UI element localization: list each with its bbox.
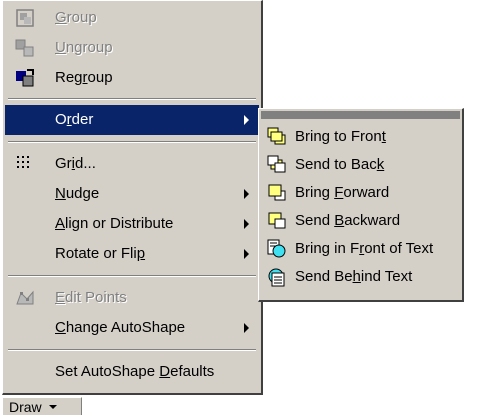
submenu-item-label: Send Backward bbox=[295, 212, 401, 229]
submenu-arrow-icon bbox=[244, 189, 249, 199]
send-backward-icon bbox=[267, 211, 287, 231]
menu-item-group: Group bbox=[5, 3, 259, 33]
menu-item-label: Group bbox=[55, 9, 97, 26]
menu-item-grid[interactable]: Grid... bbox=[5, 149, 259, 179]
menu-item-ungroup: Ungroup bbox=[5, 33, 259, 63]
bring-in-front-of-text-icon bbox=[267, 239, 287, 259]
bring-forward-icon bbox=[267, 183, 287, 203]
submenu-item-label: Bring to Front bbox=[295, 128, 386, 145]
submenu-arrow-icon bbox=[244, 323, 249, 333]
submenu-arrow-icon bbox=[244, 219, 249, 229]
draw-toolbar-button[interactable]: Draw bbox=[2, 397, 82, 415]
menu-item-set-autoshape-defaults[interactable]: Set AutoShape Defaults bbox=[5, 357, 259, 387]
menu-item-label: Change AutoShape bbox=[55, 319, 186, 336]
submenu-item-send-to-back[interactable]: Send to Back bbox=[261, 151, 460, 179]
bring-to-front-icon bbox=[267, 127, 287, 147]
menu-item-regroup[interactable]: Regroup bbox=[5, 63, 259, 93]
edit-points-icon bbox=[15, 288, 35, 308]
menu-item-label: Set AutoShape Defaults bbox=[55, 363, 215, 380]
menu-separator bbox=[8, 275, 256, 277]
dropdown-arrow-icon bbox=[49, 405, 57, 409]
menu-item-label: Nudge bbox=[55, 185, 100, 202]
menu-item-order[interactable]: Order bbox=[5, 105, 259, 135]
draw-menu: Group Ungroup Regroup Order Grid... Nudg… bbox=[2, 0, 263, 395]
menu-item-label: Ungroup bbox=[55, 39, 113, 56]
menu-item-label: Align or Distribute bbox=[55, 215, 174, 232]
submenu-item-label: Bring in Front of Text bbox=[295, 240, 434, 257]
submenu-item-bring-forward[interactable]: Bring Forward bbox=[261, 179, 460, 207]
submenu-item-label: Send to Back bbox=[295, 156, 385, 173]
menu-item-label: Order bbox=[55, 111, 94, 128]
send-to-back-icon bbox=[267, 155, 287, 175]
submenu-item-bring-in-front-of-text[interactable]: Bring in Front of Text bbox=[261, 235, 460, 263]
menu-separator bbox=[8, 349, 256, 351]
group-icon bbox=[15, 8, 35, 28]
submenu-item-send-backward[interactable]: Send Backward bbox=[261, 207, 460, 235]
submenu-item-label: Bring Forward bbox=[295, 184, 390, 201]
menu-item-rotate-flip[interactable]: Rotate or Flip bbox=[5, 239, 259, 269]
submenu-item-send-behind-text[interactable]: Send Behind Text bbox=[261, 263, 460, 291]
regroup-icon bbox=[15, 68, 35, 88]
submenu-tear-off-bar[interactable] bbox=[261, 111, 460, 119]
submenu-arrow-icon bbox=[244, 249, 249, 259]
menu-item-label: Rotate or Flip bbox=[55, 245, 146, 262]
submenu-arrow-icon bbox=[244, 115, 249, 125]
menu-separator bbox=[8, 98, 256, 100]
submenu-item-bring-to-front[interactable]: Bring to Front bbox=[261, 123, 460, 151]
order-submenu: Bring to Front Send to Back Bring Forwar… bbox=[258, 108, 464, 302]
menu-item-edit-points: Edit Points bbox=[5, 283, 259, 313]
submenu-item-label: Send Behind Text bbox=[295, 268, 413, 285]
menu-separator bbox=[8, 141, 256, 143]
menu-item-label: Edit Points bbox=[55, 289, 127, 306]
grid-icon bbox=[15, 154, 35, 174]
ungroup-icon bbox=[15, 38, 35, 58]
menu-item-label: Grid... bbox=[55, 155, 96, 172]
send-behind-text-icon bbox=[267, 267, 287, 287]
menu-item-align-distribute[interactable]: Align or Distribute bbox=[5, 209, 259, 239]
menu-item-change-autoshape[interactable]: Change AutoShape bbox=[5, 313, 259, 343]
menu-item-label: Regroup bbox=[55, 69, 113, 86]
draw-button-label: Draw bbox=[9, 399, 42, 415]
menu-item-nudge[interactable]: Nudge bbox=[5, 179, 259, 209]
